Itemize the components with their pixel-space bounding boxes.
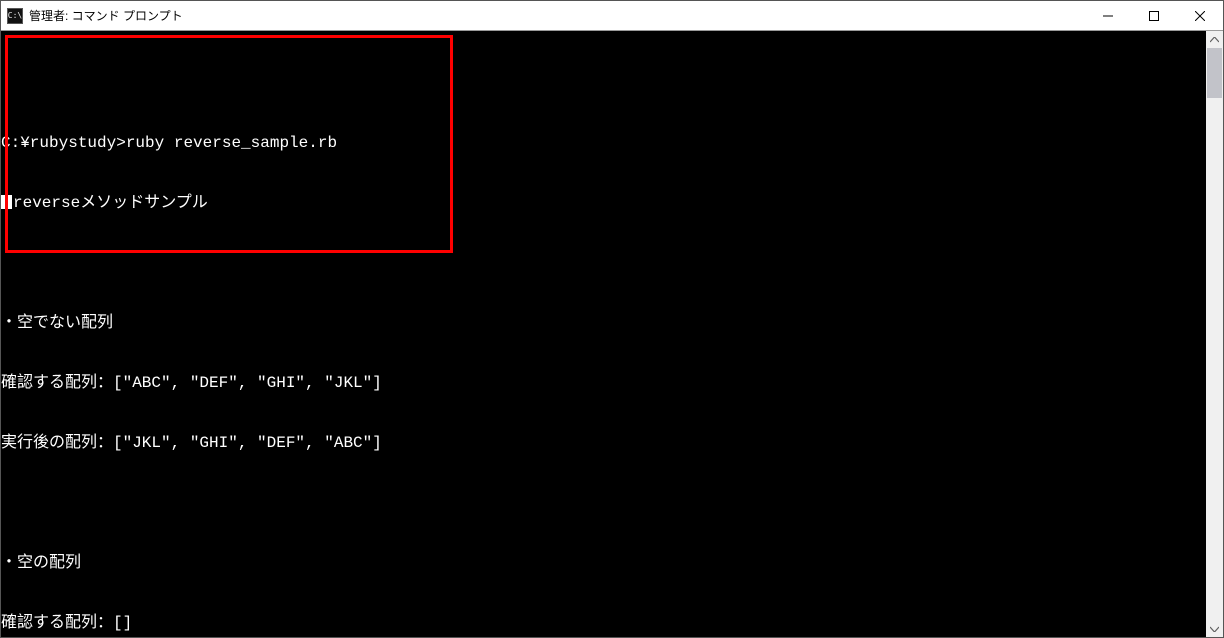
- output-line: ・空の配列: [1, 553, 1205, 573]
- output-line: [1, 253, 1205, 273]
- minimize-button[interactable]: [1085, 1, 1131, 30]
- output-text: 確認する配列：["ABC", "DEF", "GHI", "JKL"]: [1, 374, 382, 392]
- command-prompt-window: C:\ 管理者: コマンド プロンプト C:¥rubystudy>ruby re…: [0, 0, 1224, 638]
- output-line: 実行後の配列：["JKL", "GHI", "DEF", "ABC"]: [1, 433, 1205, 453]
- scroll-up-button[interactable]: [1206, 31, 1223, 48]
- output-line: reverseメソッドサンプル: [1, 193, 1205, 213]
- output-line: ・空でない配列: [1, 313, 1205, 333]
- output-line: 確認する配列：[]: [1, 613, 1205, 633]
- output-line: [1, 493, 1205, 513]
- output-text: 実行後の配列：["JKL", "GHI", "DEF", "ABC"]: [1, 434, 382, 452]
- output-line: [1, 73, 1205, 93]
- vertical-scrollbar[interactable]: [1206, 31, 1223, 637]
- window-title: 管理者: コマンド プロンプト: [29, 7, 183, 24]
- window-controls: [1085, 1, 1223, 30]
- block-char-icon: [1, 195, 12, 209]
- app-icon: C:\: [7, 8, 23, 24]
- output-line: C:¥rubystudy>ruby reverse_sample.rb: [1, 133, 1205, 153]
- command-text: ruby reverse_sample.rb: [126, 134, 337, 152]
- title-bar[interactable]: C:\ 管理者: コマンド プロンプト: [1, 1, 1223, 31]
- output-text: 確認する配列：[]: [1, 614, 132, 632]
- output-text: ・空の配列: [1, 554, 81, 572]
- prompt-text: C:¥rubystudy>: [1, 134, 126, 152]
- output-line: 確認する配列：["ABC", "DEF", "GHI", "JKL"]: [1, 373, 1205, 393]
- client-area: C:¥rubystudy>ruby reverse_sample.rb reve…: [1, 31, 1223, 637]
- close-button[interactable]: [1177, 1, 1223, 30]
- scroll-down-button[interactable]: [1206, 620, 1223, 637]
- scroll-thumb[interactable]: [1207, 48, 1222, 98]
- terminal-output[interactable]: C:¥rubystudy>ruby reverse_sample.rb reve…: [1, 31, 1205, 637]
- output-text: ・空でない配列: [1, 314, 113, 332]
- maximize-button[interactable]: [1131, 1, 1177, 30]
- output-text: reverseメソッドサンプル: [13, 194, 208, 212]
- scroll-track[interactable]: [1206, 48, 1223, 620]
